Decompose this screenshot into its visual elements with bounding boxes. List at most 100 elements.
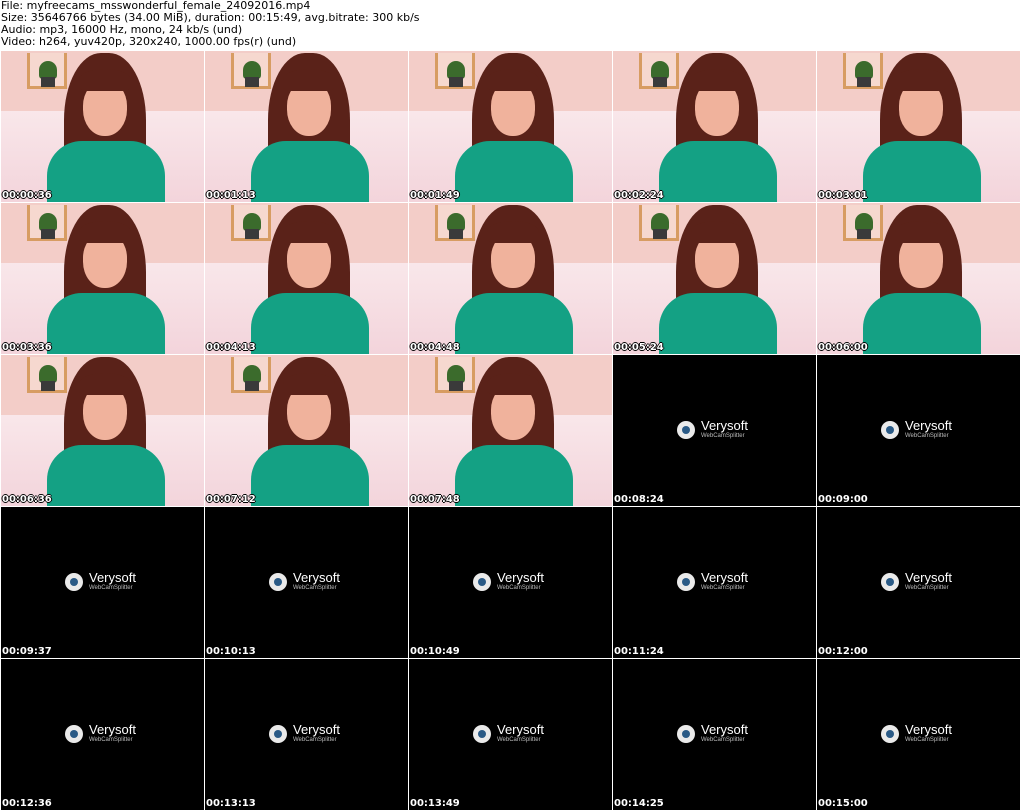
logo-name: Verysoft [701, 722, 748, 737]
timestamp-label: 00:14:25 [614, 798, 664, 809]
logo-subtitle: WebCamSplitter [497, 737, 541, 743]
logo-subtitle: WebCamSplitter [905, 433, 949, 439]
timestamp-label: 00:15:00 [818, 798, 868, 809]
logo-subtitle: WebCamSplitter [89, 737, 133, 743]
thumbnail[interactable]: 00:04:13 [205, 203, 408, 354]
person-shirt [455, 293, 573, 354]
thumbnail[interactable]: Verysoft WebCamSplitter 00:15:00 [817, 659, 1020, 810]
person-bangs [487, 221, 539, 243]
eye-icon [65, 725, 83, 743]
webcam-frame-image [613, 203, 816, 354]
eye-icon [881, 573, 899, 591]
webcam-frame-image [409, 51, 612, 202]
timestamp-label: 00:08:24 [614, 494, 664, 505]
webcam-frame-image [205, 51, 408, 202]
logo-name: Verysoft [293, 570, 340, 585]
thumbnail-grid: 00:00:36 00:01:13 00:01:49 00:02:24 00:03:01… [1, 51, 1021, 811]
person-shirt [455, 141, 573, 202]
thumbnail[interactable]: 00:07:48 [409, 355, 612, 506]
eye-icon [473, 573, 491, 591]
pot [449, 381, 463, 391]
blank-frame: Verysoft WebCamSplitter [817, 507, 1020, 658]
blank-frame: Verysoft WebCamSplitter [613, 507, 816, 658]
logo-subtitle: WebCamSplitter [89, 585, 133, 591]
thumbnail[interactable]: 00:03:01 [817, 51, 1020, 202]
pot [245, 229, 259, 239]
pot [449, 229, 463, 239]
verysoft-logo: Verysoft WebCamSplitter [881, 571, 961, 595]
person-bangs [895, 221, 947, 243]
logo-subtitle: WebCamSplitter [905, 585, 949, 591]
timestamp-label: 00:13:49 [410, 798, 460, 809]
thumbnail[interactable]: 00:06:36 [1, 355, 204, 506]
person-shirt [47, 141, 165, 202]
logo-subtitle: WebCamSplitter [293, 585, 337, 591]
thumbnail[interactable]: Verysoft WebCamSplitter 00:12:00 [817, 507, 1020, 658]
person-shirt [863, 141, 981, 202]
person-bangs [691, 221, 743, 243]
thumbnail[interactable]: Verysoft WebCamSplitter 00:14:25 [613, 659, 816, 810]
timestamp-label: 00:13:13 [206, 798, 256, 809]
thumbnail[interactable]: Verysoft WebCamSplitter 00:13:13 [205, 659, 408, 810]
thumbnail[interactable]: 00:03:36 [1, 203, 204, 354]
thumbnail[interactable]: 00:01:13 [205, 51, 408, 202]
thumbnail[interactable]: 00:00:36 [1, 51, 204, 202]
timestamp-label: 00:11:24 [614, 646, 664, 657]
pot [653, 229, 667, 239]
thumbnail[interactable]: Verysoft WebCamSplitter 00:13:49 [409, 659, 612, 810]
thumbnail[interactable]: Verysoft WebCamSplitter 00:09:37 [1, 507, 204, 658]
verysoft-logo: Verysoft WebCamSplitter [881, 723, 961, 747]
person-shirt [251, 293, 369, 354]
timestamp-label: 00:07:12 [206, 494, 256, 505]
verysoft-logo: Verysoft WebCamSplitter [473, 723, 553, 747]
logo-subtitle: WebCamSplitter [701, 737, 745, 743]
eye-icon [269, 725, 287, 743]
pot [41, 381, 55, 391]
timestamp-label: 00:04:13 [206, 342, 256, 353]
verysoft-logo: Verysoft WebCamSplitter [65, 571, 145, 595]
thumbnail[interactable]: Verysoft WebCamSplitter 00:10:49 [409, 507, 612, 658]
thumbnail[interactable]: Verysoft WebCamSplitter 00:10:13 [205, 507, 408, 658]
verysoft-logo: Verysoft WebCamSplitter [269, 571, 349, 595]
thumbnail[interactable]: 00:07:12 [205, 355, 408, 506]
thumbnail[interactable]: 00:05:24 [613, 203, 816, 354]
blank-frame: Verysoft WebCamSplitter [613, 659, 816, 810]
verysoft-logo: Verysoft WebCamSplitter [677, 571, 757, 595]
person-bangs [79, 69, 131, 91]
pot [41, 229, 55, 239]
thumbnail[interactable]: 00:06:00 [817, 203, 1020, 354]
verysoft-logo: Verysoft WebCamSplitter [881, 419, 961, 443]
timestamp-label: 00:05:24 [614, 342, 664, 353]
logo-subtitle: WebCamSplitter [905, 737, 949, 743]
person-bangs [283, 221, 335, 243]
thumbnail[interactable]: Verysoft WebCamSplitter 00:12:36 [1, 659, 204, 810]
thumbnail[interactable]: Verysoft WebCamSplitter 00:08:24 [613, 355, 816, 506]
person-shirt [47, 445, 165, 506]
webcam-frame-image [205, 203, 408, 354]
logo-name: Verysoft [905, 570, 952, 585]
thumbnail[interactable]: 00:01:49 [409, 51, 612, 202]
pot [857, 229, 871, 239]
person-shirt [455, 445, 573, 506]
person-shirt [863, 293, 981, 354]
thumbnail[interactable]: 00:02:24 [613, 51, 816, 202]
eye-icon [677, 573, 695, 591]
blank-frame: Verysoft WebCamSplitter [817, 355, 1020, 506]
blank-frame: Verysoft WebCamSplitter [1, 507, 204, 658]
eye-icon [65, 573, 83, 591]
logo-name: Verysoft [497, 570, 544, 585]
pot [857, 77, 871, 87]
logo-name: Verysoft [89, 722, 136, 737]
person-shirt [659, 293, 777, 354]
timestamp-label: 00:04:48 [410, 342, 460, 353]
person-bangs [79, 373, 131, 395]
webcam-frame-image [409, 203, 612, 354]
timestamp-label: 00:09:00 [818, 494, 868, 505]
thumbnail[interactable]: 00:04:48 [409, 203, 612, 354]
timestamp-label: 00:06:36 [2, 494, 52, 505]
logo-name: Verysoft [89, 570, 136, 585]
logo-name: Verysoft [701, 570, 748, 585]
thumbnail[interactable]: Verysoft WebCamSplitter 00:11:24 [613, 507, 816, 658]
thumbnail[interactable]: Verysoft WebCamSplitter 00:09:00 [817, 355, 1020, 506]
file-info-header: File: myfreecams_msswonderful_female_240… [0, 0, 1024, 50]
